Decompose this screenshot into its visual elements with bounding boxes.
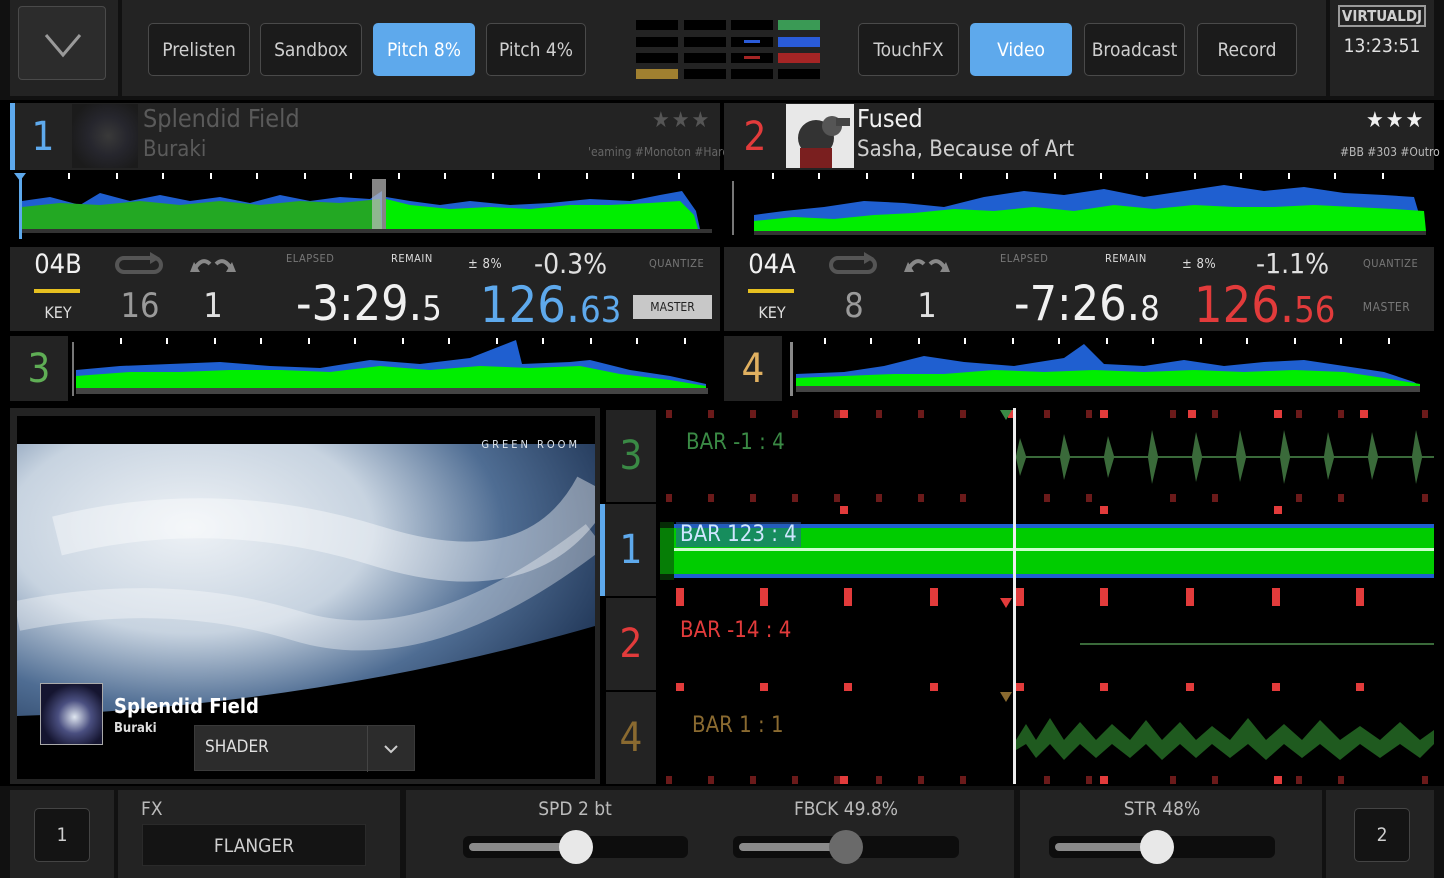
deck1-remaining-time: -3:29.5 [296, 276, 442, 332]
deck2-rating[interactable]: ★★★ [1366, 108, 1425, 133]
fx-param3-label: STR 48% [1123, 798, 1201, 820]
deck1-active-indicator [10, 103, 15, 170]
deck1-bpm[interactable]: 126.63 [480, 276, 621, 334]
deck2-overview-waveform[interactable] [724, 171, 1434, 241]
deck2-cover-art [786, 104, 854, 168]
deck1-time-main: -3:29. [296, 276, 423, 332]
deck1-master-button[interactable]: MASTER [633, 295, 712, 319]
sandbox-button[interactable]: Sandbox [260, 23, 362, 76]
deck1-elapsed-label[interactable]: ELAPSED [286, 252, 334, 265]
deck1-jump-length[interactable]: 1 [188, 286, 238, 326]
video-button[interactable]: Video [970, 23, 1072, 76]
virtualdj-logo: VIRTUALDJ [1338, 5, 1426, 27]
fx-param2-slider[interactable] [733, 830, 959, 864]
fx-param3-knob[interactable] [1140, 830, 1174, 864]
rhythm-deck4-bar: BAR 1 : 1 [692, 713, 784, 738]
deck2-time-frac: 8 [1140, 289, 1160, 329]
deck1-loop-length[interactable]: 16 [112, 286, 168, 326]
shader-select[interactable]: SHADER [194, 725, 415, 772]
chevron-down-icon [384, 745, 398, 754]
rhythm-deck1-indicator [600, 504, 605, 596]
fx-param1-label: SPD 2 bt [538, 798, 612, 820]
deck1-title: Splendid Field [143, 104, 300, 133]
pitch-8-button[interactable]: Pitch 8% [373, 23, 475, 76]
deck3-overview-waveform[interactable] [70, 336, 720, 401]
deck2-elapsed-label[interactable]: ELAPSED [1000, 252, 1048, 265]
rhythm-deck4-number: 4 [619, 715, 643, 761]
rhythm-deck2-bar: BAR -14 : 4 [680, 618, 792, 643]
deck2-remaining-time: -7:26.8 [1014, 276, 1160, 332]
pitch-4-button[interactable]: Pitch 4% [486, 23, 586, 76]
deck1-pitch-range[interactable]: ± 8% [468, 257, 502, 272]
deck1-number[interactable]: 1 [18, 103, 68, 170]
deck4-number[interactable]: 4 [724, 336, 782, 401]
fx-right-deck-button[interactable]: 2 [1354, 808, 1410, 862]
video-track-artist: Buraki [114, 721, 157, 736]
deck2-loop-icon[interactable] [828, 250, 878, 278]
deck2-key-label: KEY [758, 303, 786, 322]
deck2-number[interactable]: 2 [730, 103, 780, 170]
deck1-remain-label[interactable]: REMAIN [391, 252, 433, 265]
deck2-pitch-range[interactable]: ± 8% [1182, 257, 1216, 272]
deck1-jump-icon[interactable] [188, 250, 238, 278]
fx-param3-slider[interactable] [1049, 830, 1275, 864]
deck2-time-main: -7:26. [1014, 276, 1141, 332]
deck1-overview-waveform[interactable] [10, 171, 720, 241]
deck2-jump-icon[interactable] [902, 250, 952, 278]
deck2-bpm-frac: 56 [1294, 290, 1336, 331]
video-track-title: Splendid Field [114, 694, 259, 718]
deck2-quantize-label[interactable]: QUANTIZE [1363, 257, 1418, 270]
deck1-rating[interactable]: ★★★ [652, 108, 711, 133]
fx-param2-label: FBCK 49.8% [793, 798, 899, 820]
fx-label: FX [141, 798, 163, 820]
chevron-down-icon [44, 34, 82, 58]
deck1-quantize-label[interactable]: QUANTIZE [649, 257, 704, 270]
rhythm-deck3-number: 3 [619, 433, 643, 479]
rhythm-deck1-bar: BAR 123 : 4 [676, 522, 801, 547]
video-cover-art [40, 683, 103, 745]
rhythm-deck2-number: 2 [619, 621, 643, 667]
fx-param1-knob[interactable] [559, 830, 593, 864]
deck2-master-button[interactable]: MASTER [1347, 300, 1426, 314]
deck1-artist: Buraki [143, 137, 207, 162]
deck2-artist: Sasha, Because of Art [857, 137, 1075, 162]
prelisten-button[interactable]: Prelisten [148, 23, 250, 76]
fx-effect-select[interactable]: FLANGER [142, 824, 366, 866]
deck2-tags: #BB #303 #Outro [1340, 145, 1440, 159]
rhythm-deck3-bar: BAR -1 : 4 [686, 430, 785, 455]
clock: 13:23:51 [1343, 35, 1421, 57]
collapse-button[interactable] [18, 6, 106, 80]
deck2-bpm[interactable]: 126.56 [1194, 276, 1335, 334]
deck2-bpm-int: 126. [1194, 276, 1295, 334]
deck2-loop-length[interactable]: 8 [826, 286, 882, 326]
deck4-overview-waveform[interactable] [784, 336, 1434, 401]
deck1-key-label: KEY [44, 303, 72, 322]
deck2-remain-label[interactable]: REMAIN [1105, 252, 1147, 265]
deck1-key-indicator [34, 289, 80, 293]
deck2-key[interactable]: 04A [744, 249, 800, 280]
touchfx-button[interactable]: TouchFX [858, 23, 959, 76]
deck3-number[interactable]: 3 [10, 336, 68, 401]
fx-param1-slider[interactable] [463, 830, 688, 864]
deck2-title: Fused [857, 104, 923, 133]
deck1-time-frac: 5 [422, 289, 442, 329]
deck-status-grid [636, 18, 826, 82]
shader-divider [367, 726, 368, 772]
deck1-key[interactable]: 04B [30, 249, 86, 280]
rhythm-deck1-number: 1 [619, 527, 643, 573]
deck2-jump-length[interactable]: 1 [902, 286, 952, 326]
deck1-bpm-frac: 63 [580, 290, 622, 331]
deck1-tags: 'eaming #Monoton #Hard [588, 145, 730, 159]
deck1-loop-icon[interactable] [114, 250, 164, 278]
deck1-cover-art [72, 104, 138, 168]
shader-label: SHADER [205, 737, 269, 757]
deck2-key-indicator [748, 289, 794, 293]
record-button[interactable]: Record [1197, 23, 1297, 76]
fx-param2-knob[interactable] [829, 830, 863, 864]
fx-left-deck-button[interactable]: 1 [34, 808, 90, 862]
video-watermark: GREEN ROOM [481, 438, 580, 451]
broadcast-button[interactable]: Broadcast [1084, 23, 1185, 76]
deck1-bpm-int: 126. [480, 276, 581, 334]
